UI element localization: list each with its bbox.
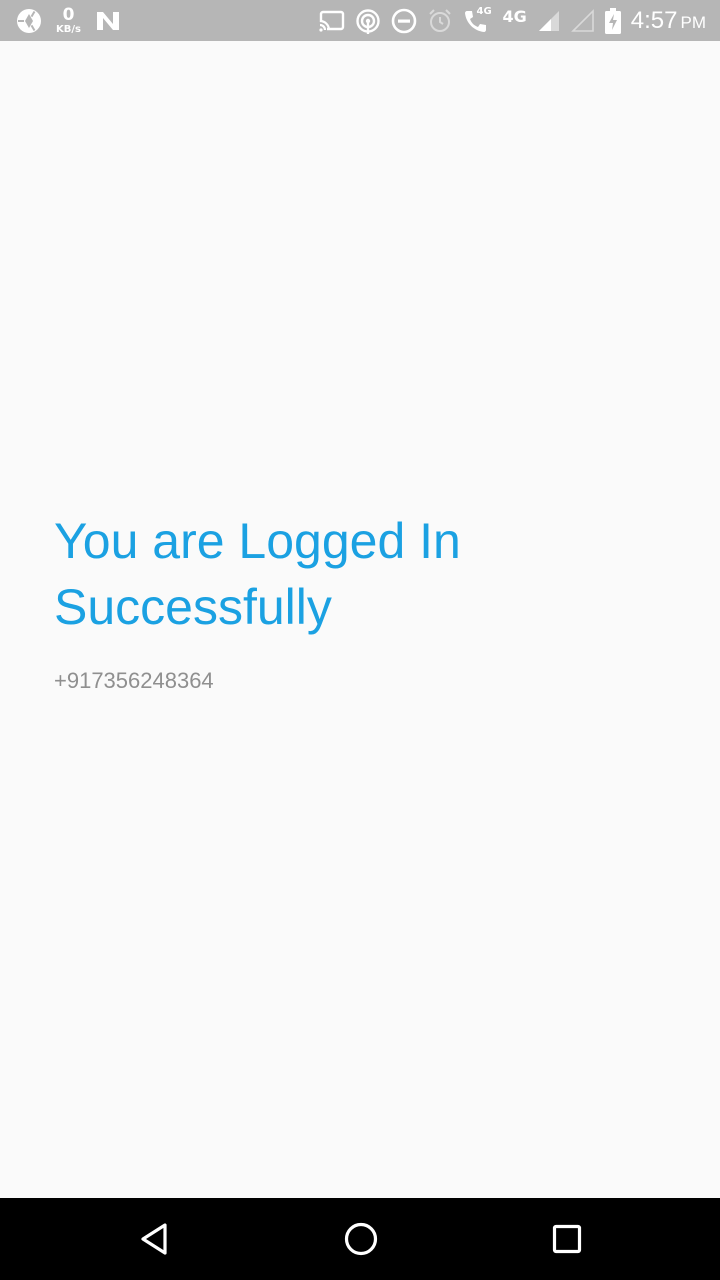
back-triangle-icon [139, 1222, 169, 1256]
network-speed: 0 KB/s [56, 4, 81, 35]
recents-button[interactable] [547, 1219, 587, 1259]
home-circle-icon [343, 1221, 379, 1257]
signal-empty-icon [570, 8, 595, 33]
network-speed-unit: KB/s [56, 23, 81, 35]
alarm-icon [427, 8, 453, 34]
shutter-icon [16, 8, 42, 34]
network-type-label: 4G [502, 7, 527, 26]
status-bar: 0 KB/s 4G 4G 4:57 PM [0, 0, 720, 41]
cast-icon [318, 10, 345, 32]
success-title: You are Logged In Successfully [54, 513, 461, 635]
clock-time: 4:57 [630, 6, 678, 34]
back-button[interactable] [134, 1219, 174, 1259]
status-bar-left: 0 KB/s [16, 0, 121, 41]
login-success-panel: You are Logged In Successfully +91735624… [54, 508, 664, 694]
status-bar-right: 4G 4G 4:57 PM [318, 0, 706, 41]
volte-label: 4G [476, 5, 492, 17]
clock: 4:57 PM [631, 7, 706, 35]
battery-charging-icon [604, 7, 621, 34]
recents-square-icon [551, 1223, 583, 1255]
network-speed-value: 0 [62, 4, 75, 25]
clock-ampm: PM [680, 12, 707, 32]
dnd-icon [391, 8, 417, 34]
n-icon [95, 10, 121, 32]
phone-number: +917356248364 [54, 668, 214, 693]
home-button[interactable] [341, 1219, 381, 1259]
hotspot-icon [355, 8, 381, 34]
signal-icon [537, 9, 561, 33]
volte-call-icon: 4G [463, 5, 492, 34]
navigation-bar [0, 1198, 720, 1280]
